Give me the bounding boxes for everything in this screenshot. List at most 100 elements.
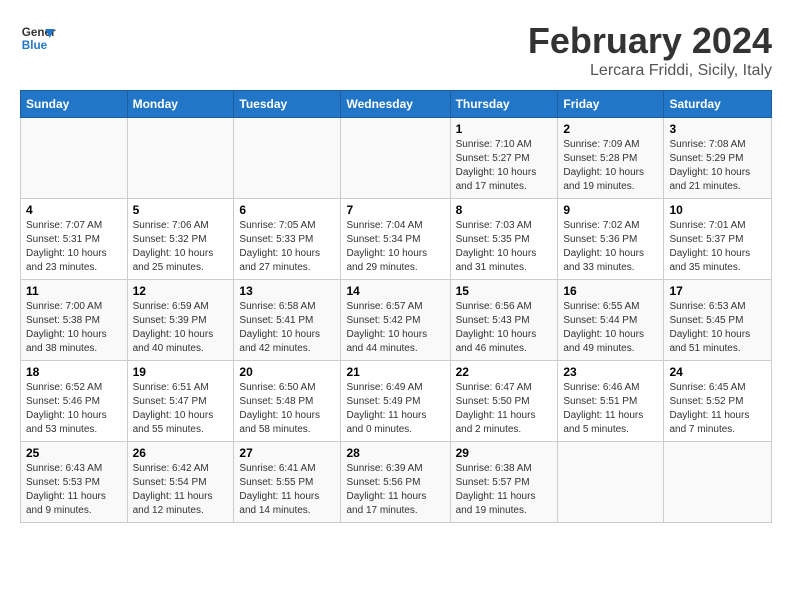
day-info: Sunrise: 7:04 AM Sunset: 5:34 PM Dayligh… bbox=[346, 219, 444, 275]
day-number: 6 bbox=[239, 203, 335, 217]
day-number: 27 bbox=[239, 446, 335, 460]
day-number: 16 bbox=[563, 284, 658, 298]
day-info: Sunrise: 6:58 AM Sunset: 5:41 PM Dayligh… bbox=[239, 300, 335, 356]
logo: General Blue bbox=[20, 20, 56, 56]
day-number: 1 bbox=[456, 122, 553, 136]
calendar-day-cell: 22 Sunrise: 6:47 AM Sunset: 5:50 PM Dayli… bbox=[450, 361, 558, 442]
day-number: 7 bbox=[346, 203, 444, 217]
day-info: Sunrise: 6:46 AM Sunset: 5:51 PM Dayligh… bbox=[563, 381, 658, 437]
day-info: Sunrise: 6:51 AM Sunset: 5:47 PM Dayligh… bbox=[133, 381, 229, 437]
day-info: Sunrise: 7:00 AM Sunset: 5:38 PM Dayligh… bbox=[26, 300, 122, 356]
logo-icon: General Blue bbox=[20, 20, 56, 56]
calendar-week-row: 1 Sunrise: 7:10 AM Sunset: 5:27 PM Daylig… bbox=[21, 118, 772, 199]
calendar-week-row: 25 Sunrise: 6:43 AM Sunset: 5:53 PM Dayli… bbox=[21, 442, 772, 523]
calendar-subtitle: Lercara Friddi, Sicily, Italy bbox=[528, 62, 772, 80]
calendar-day-cell bbox=[127, 118, 234, 199]
day-number: 25 bbox=[26, 446, 122, 460]
day-info: Sunrise: 7:03 AM Sunset: 5:35 PM Dayligh… bbox=[456, 219, 553, 275]
day-info: Sunrise: 6:49 AM Sunset: 5:49 PM Dayligh… bbox=[346, 381, 444, 437]
calendar-day-cell: 8Sunrise: 7:03 AM Sunset: 5:35 PM Daylig… bbox=[450, 199, 558, 280]
day-number: 23 bbox=[563, 365, 658, 379]
calendar-day-cell bbox=[664, 442, 772, 523]
calendar-day-cell: 12 Sunrise: 6:59 AM Sunset: 5:39 PM Dayli… bbox=[127, 280, 234, 361]
day-number: 19 bbox=[133, 365, 229, 379]
day-info: Sunrise: 6:39 AM Sunset: 5:56 PM Dayligh… bbox=[346, 462, 444, 518]
title-section: February 2024 Lercara Friddi, Sicily, It… bbox=[528, 20, 772, 80]
calendar-header-cell: Sunday bbox=[21, 91, 128, 118]
calendar-day-cell: 10 Sunrise: 7:01 AM Sunset: 5:37 PM Dayli… bbox=[664, 199, 772, 280]
calendar-day-cell: 2 Sunrise: 7:09 AM Sunset: 5:28 PM Daylig… bbox=[558, 118, 664, 199]
calendar-day-cell: 19 Sunrise: 6:51 AM Sunset: 5:47 PM Dayli… bbox=[127, 361, 234, 442]
day-info: Sunrise: 6:52 AM Sunset: 5:46 PM Dayligh… bbox=[26, 381, 122, 437]
day-number: 5 bbox=[133, 203, 229, 217]
day-info: Sunrise: 6:50 AM Sunset: 5:48 PM Dayligh… bbox=[239, 381, 335, 437]
calendar-day-cell: 27 Sunrise: 6:41 AM Sunset: 5:55 PM Dayli… bbox=[234, 442, 341, 523]
day-info: Sunrise: 6:42 AM Sunset: 5:54 PM Dayligh… bbox=[133, 462, 229, 518]
calendar-day-cell: 5 Sunrise: 7:06 AM Sunset: 5:32 PM Daylig… bbox=[127, 199, 234, 280]
day-info: Sunrise: 6:45 AM Sunset: 5:52 PM Dayligh… bbox=[669, 381, 766, 437]
calendar-day-cell: 21 Sunrise: 6:49 AM Sunset: 5:49 PM Dayli… bbox=[341, 361, 450, 442]
calendar-day-cell bbox=[558, 442, 664, 523]
calendar-week-row: 18 Sunrise: 6:52 AM Sunset: 5:46 PM Dayli… bbox=[21, 361, 772, 442]
calendar-header-row: SundayMondayTuesdayWednesdayThursdayFrid… bbox=[21, 91, 772, 118]
svg-text:Blue: Blue bbox=[22, 39, 48, 52]
day-number: 26 bbox=[133, 446, 229, 460]
day-info: Sunrise: 7:02 AM Sunset: 5:36 PM Dayligh… bbox=[563, 219, 658, 275]
day-number: 3 bbox=[669, 122, 766, 136]
day-info: Sunrise: 6:41 AM Sunset: 5:55 PM Dayligh… bbox=[239, 462, 335, 518]
calendar-day-cell: 17 Sunrise: 6:53 AM Sunset: 5:45 PM Dayli… bbox=[664, 280, 772, 361]
calendar-day-cell: 29Sunrise: 6:38 AM Sunset: 5:57 PM Dayli… bbox=[450, 442, 558, 523]
calendar-table: SundayMondayTuesdayWednesdayThursdayFrid… bbox=[20, 90, 772, 523]
calendar-day-cell: 15Sunrise: 6:56 AM Sunset: 5:43 PM Dayli… bbox=[450, 280, 558, 361]
calendar-title: February 2024 bbox=[528, 20, 772, 62]
day-info: Sunrise: 7:10 AM Sunset: 5:27 PM Dayligh… bbox=[456, 138, 553, 194]
calendar-day-cell: 7 Sunrise: 7:04 AM Sunset: 5:34 PM Daylig… bbox=[341, 199, 450, 280]
calendar-day-cell: 4Sunrise: 7:07 AM Sunset: 5:31 PM Daylig… bbox=[21, 199, 128, 280]
calendar-header-cell: Thursday bbox=[450, 91, 558, 118]
day-number: 13 bbox=[239, 284, 335, 298]
day-number: 18 bbox=[26, 365, 122, 379]
calendar-header-cell: Monday bbox=[127, 91, 234, 118]
calendar-header-cell: Saturday bbox=[664, 91, 772, 118]
day-info: Sunrise: 7:01 AM Sunset: 5:37 PM Dayligh… bbox=[669, 219, 766, 275]
calendar-day-cell: 20 Sunrise: 6:50 AM Sunset: 5:48 PM Dayli… bbox=[234, 361, 341, 442]
day-info: Sunrise: 6:43 AM Sunset: 5:53 PM Dayligh… bbox=[26, 462, 122, 518]
calendar-day-cell: 13 Sunrise: 6:58 AM Sunset: 5:41 PM Dayli… bbox=[234, 280, 341, 361]
calendar-day-cell: 9 Sunrise: 7:02 AM Sunset: 5:36 PM Daylig… bbox=[558, 199, 664, 280]
day-number: 21 bbox=[346, 365, 444, 379]
day-number: 2 bbox=[563, 122, 658, 136]
day-number: 14 bbox=[346, 284, 444, 298]
day-info: Sunrise: 7:09 AM Sunset: 5:28 PM Dayligh… bbox=[563, 138, 658, 194]
calendar-day-cell: 14Sunrise: 6:57 AM Sunset: 5:42 PM Dayli… bbox=[341, 280, 450, 361]
calendar-header-cell: Tuesday bbox=[234, 91, 341, 118]
day-info: Sunrise: 6:55 AM Sunset: 5:44 PM Dayligh… bbox=[563, 300, 658, 356]
calendar-day-cell: 1 Sunrise: 7:10 AM Sunset: 5:27 PM Daylig… bbox=[450, 118, 558, 199]
day-number: 24 bbox=[669, 365, 766, 379]
day-number: 22 bbox=[456, 365, 553, 379]
calendar-day-cell: 3Sunrise: 7:08 AM Sunset: 5:29 PM Daylig… bbox=[664, 118, 772, 199]
calendar-day-cell bbox=[341, 118, 450, 199]
calendar-header-cell: Friday bbox=[558, 91, 664, 118]
calendar-day-cell bbox=[21, 118, 128, 199]
day-info: Sunrise: 6:53 AM Sunset: 5:45 PM Dayligh… bbox=[669, 300, 766, 356]
day-info: Sunrise: 6:47 AM Sunset: 5:50 PM Dayligh… bbox=[456, 381, 553, 437]
day-number: 12 bbox=[133, 284, 229, 298]
day-number: 17 bbox=[669, 284, 766, 298]
day-number: 11 bbox=[26, 284, 122, 298]
day-info: Sunrise: 7:07 AM Sunset: 5:31 PM Dayligh… bbox=[26, 219, 122, 275]
day-number: 20 bbox=[239, 365, 335, 379]
day-number: 28 bbox=[346, 446, 444, 460]
day-info: Sunrise: 7:06 AM Sunset: 5:32 PM Dayligh… bbox=[133, 219, 229, 275]
day-number: 15 bbox=[456, 284, 553, 298]
calendar-body: 1 Sunrise: 7:10 AM Sunset: 5:27 PM Daylig… bbox=[21, 118, 772, 523]
day-info: Sunrise: 7:05 AM Sunset: 5:33 PM Dayligh… bbox=[239, 219, 335, 275]
day-number: 29 bbox=[456, 446, 553, 460]
calendar-day-cell: 16 Sunrise: 6:55 AM Sunset: 5:44 PM Dayli… bbox=[558, 280, 664, 361]
calendar-header-cell: Wednesday bbox=[341, 91, 450, 118]
calendar-day-cell: 24 Sunrise: 6:45 AM Sunset: 5:52 PM Dayli… bbox=[664, 361, 772, 442]
day-info: Sunrise: 6:59 AM Sunset: 5:39 PM Dayligh… bbox=[133, 300, 229, 356]
calendar-week-row: 4Sunrise: 7:07 AM Sunset: 5:31 PM Daylig… bbox=[21, 199, 772, 280]
calendar-day-cell: 26 Sunrise: 6:42 AM Sunset: 5:54 PM Dayli… bbox=[127, 442, 234, 523]
day-number: 10 bbox=[669, 203, 766, 217]
day-number: 9 bbox=[563, 203, 658, 217]
